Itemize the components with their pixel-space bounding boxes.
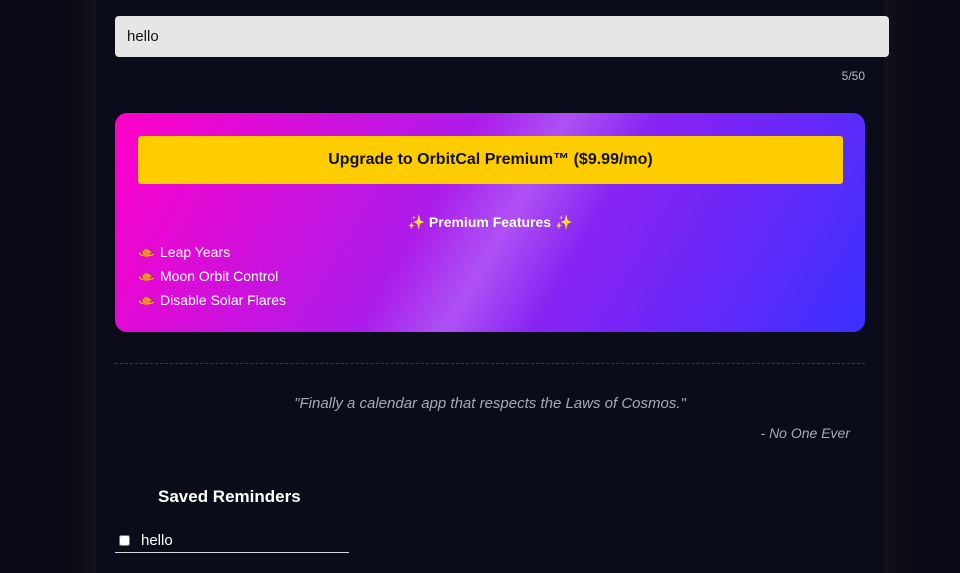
feature-item: Leap Years (139, 240, 286, 264)
upgrade-premium-button[interactable]: Upgrade to OrbitCal Premium™ ($9.99/mo) (138, 136, 843, 184)
reminder-checkbox[interactable] (119, 534, 130, 546)
char-counter: 5/50 (841, 69, 865, 83)
sparkle-icon: ✨ (407, 214, 426, 230)
premium-features-heading: ✨ Premium Features ✨ (407, 214, 573, 230)
saved-reminders-heading: Saved Reminders (158, 487, 301, 506)
reminder-text: hello (141, 531, 173, 549)
planet-icon (139, 269, 154, 284)
feature-item: Moon Orbit Control (139, 264, 286, 288)
premium-card: Upgrade to OrbitCal Premium™ ($9.99/mo) … (115, 113, 865, 332)
testimonial-quote: "Finally a calendar app that respects th… (294, 395, 686, 412)
planet-icon (139, 245, 154, 260)
sparkle-icon: ✨ (554, 214, 573, 230)
planet-icon (139, 293, 154, 308)
reminder-list-item: hello (115, 528, 349, 553)
feature-item: Disable Solar Flares (139, 288, 286, 312)
testimonial-author: - No One Ever (760, 425, 850, 441)
reminder-input[interactable] (115, 16, 889, 57)
premium-feature-list: Leap Years Moon Orbit Control Disable So… (139, 240, 286, 312)
section-divider (115, 363, 865, 364)
